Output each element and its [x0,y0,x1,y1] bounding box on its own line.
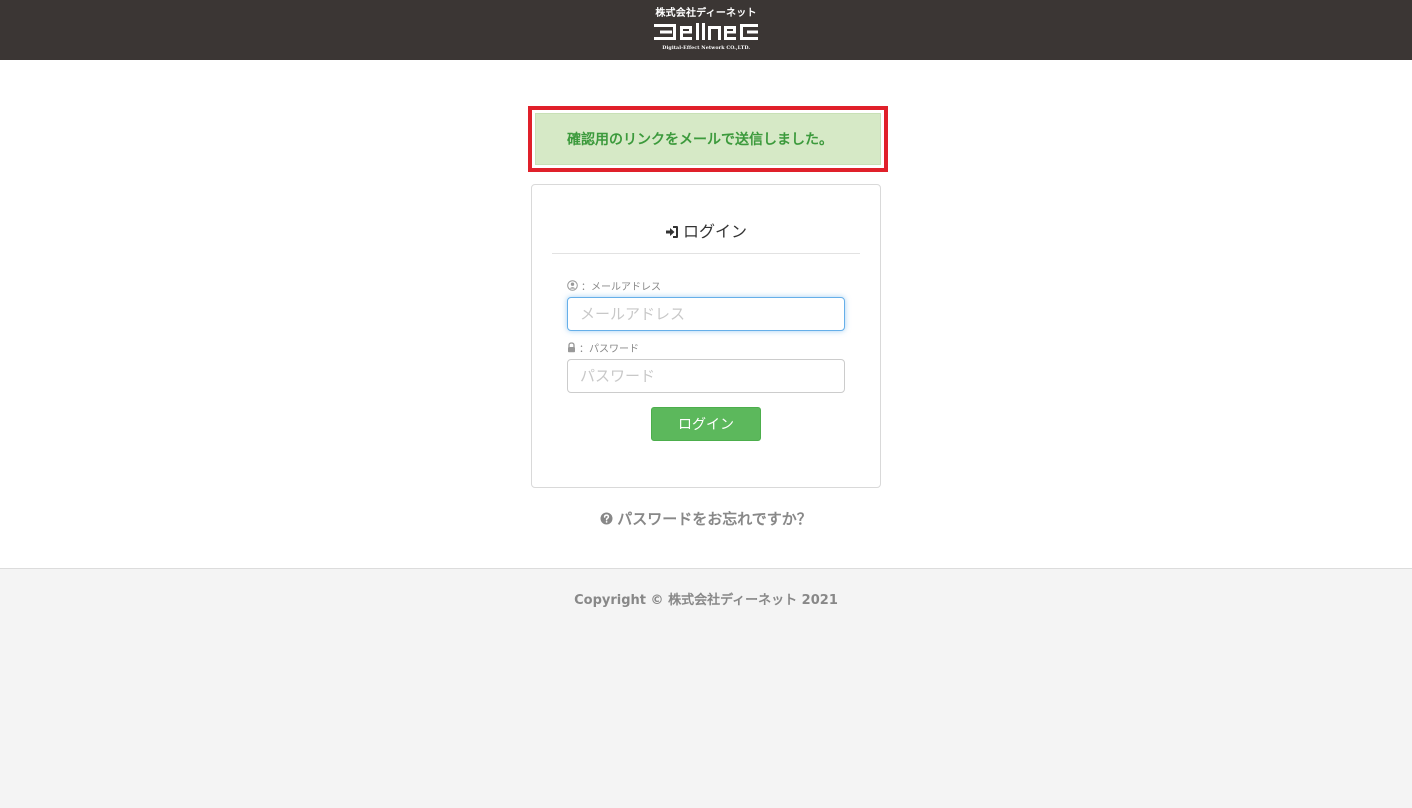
forgot-password-text: パスワードをお忘れですか？ [617,510,812,528]
password-input[interactable] [567,359,845,393]
forgot-password-link[interactable]: パスワードをお忘れですか？ [600,508,812,529]
logo-company-name: 株式会社ディーネット [655,8,757,19]
dinet-logo-mark-icon [654,23,758,40]
email-label: ：メールアドレス [567,278,661,293]
email-label-text: ：メールアドレス [581,282,661,293]
panel-header: ログイン [552,221,860,254]
sign-in-icon [665,226,678,238]
login-panel: ログイン ：メールアドレス ：パスワード ログイン [531,184,881,488]
forgot-password-row: パスワードをお忘れですか？ [0,508,1412,529]
company-logo[interactable]: 株式会社ディーネット Digital-Effect Network CO.,LT… [654,8,758,52]
alert-highlight-box: 確認用のリンクをメールで送信しました。 [528,106,888,172]
question-circle-icon [600,512,613,525]
alert-message: 確認用のリンクをメールで送信しました。 [567,132,833,148]
lock-icon [568,342,575,353]
top-header: 株式会社ディーネット Digital-Effect Network CO.,LT… [0,0,1412,60]
page-footer: Copyright © 株式会社ディーネット 2021 [0,568,1412,808]
password-label-text: ：パスワード [579,344,639,355]
copyright-text: Copyright © 株式会社ディーネット 2021 [574,593,838,608]
success-alert: 確認用のリンクをメールで送信しました。 [535,113,881,165]
password-label: ：パスワード [567,340,639,355]
page-title: ログイン [682,222,747,241]
logo-tagline: Digital-Effect Network CO.,LTD. [662,45,750,51]
user-circle-icon [567,280,578,291]
email-input[interactable] [567,297,845,331]
login-button[interactable]: ログイン [651,407,761,441]
